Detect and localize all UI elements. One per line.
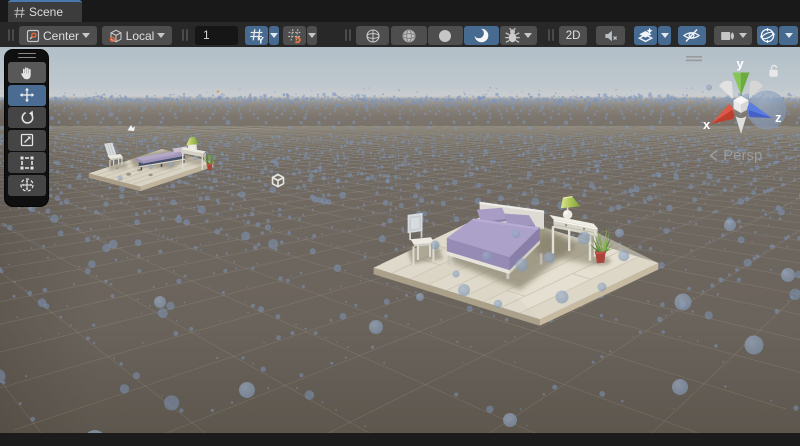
svg-text:Y: Y [257, 35, 264, 43]
